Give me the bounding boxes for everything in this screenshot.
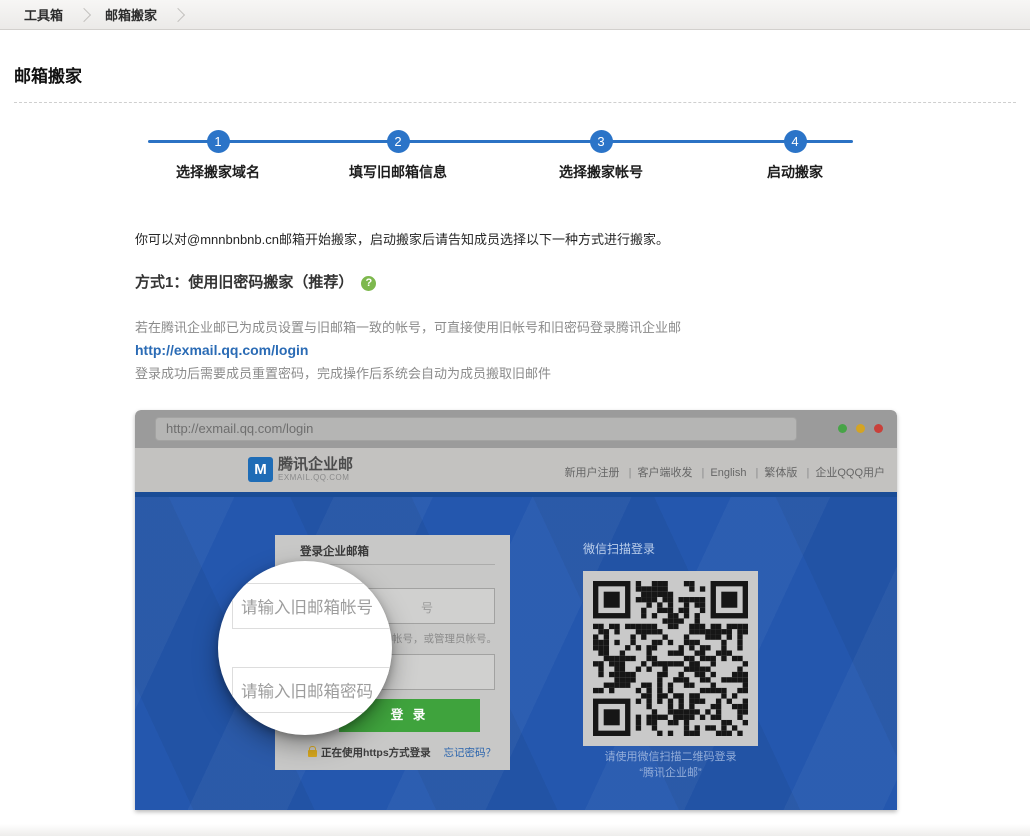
login-screenshot-image: http://exmail.qq.com/login M 腾讯企业邮 EXMAI… <box>135 410 897 810</box>
exmail-header-links: 新用户注册 客户端收发 English 繁体版 企业QQQ用户 <box>565 464 885 480</box>
wechat-caption-line1: 请使用微信扫描二维码登录 <box>568 749 773 765</box>
lock-icon <box>308 750 317 757</box>
forgot-password-link: 忘记密码？ <box>444 745 497 760</box>
step-4: 4 启动搬家 <box>767 130 823 182</box>
login-page-body: 登录企业邮箱 号 帐号，或管理员帐号。 登 录 正在使用https方式登录 忘记… <box>135 497 897 810</box>
magnified-account-placeholder: 请输入旧邮箱帐号 <box>232 583 392 629</box>
address-bar: http://exmail.qq.com/login <box>155 417 797 441</box>
chevron-right-icon <box>77 7 91 21</box>
wechat-caption: 请使用微信扫描二维码登录 “腾讯企业邮” <box>568 749 773 781</box>
traffic-light-red-icon <box>874 424 883 433</box>
link-client-mail: 客户端收发 <box>623 467 693 479</box>
link-new-user-register: 新用户注册 <box>565 467 620 479</box>
exmail-logo-icon: M <box>248 457 273 482</box>
step-2: 2 填写旧邮箱信息 <box>349 130 447 182</box>
help-icon[interactable]: ? <box>361 276 376 291</box>
qr-code <box>583 571 758 746</box>
breadcrumb-item-toolbox[interactable]: 工具箱 <box>24 5 63 24</box>
exmail-logo-subtitle: EXMAIL.QQ.COM <box>278 473 353 482</box>
login-panel-title: 登录企业邮箱 <box>300 543 369 559</box>
method1-heading: 方式1：使用旧密码搬家（推荐）? <box>135 271 376 292</box>
page: 工具箱 邮箱搬家 邮箱搬家 1 选择搬家域名 2 填写旧邮箱信息 3 选择搬家帐… <box>0 0 1030 836</box>
exmail-logo-title: 腾讯企业邮 <box>278 457 353 473</box>
wechat-scan-title: 微信扫描登录 <box>583 540 655 557</box>
step-3-label: 选择搬家帐号 <box>559 162 643 182</box>
magnifier-circle: 请输入旧邮箱帐号 请输入旧邮箱密码 <box>218 561 392 735</box>
method1-description: 若在腾讯企业邮已为成员设置与旧邮箱一致的帐号，可直接使用旧帐号和旧密码登录腾讯企… <box>135 316 681 385</box>
link-english: English <box>696 467 747 479</box>
browser-chrome-bar: http://exmail.qq.com/login <box>135 410 897 448</box>
account-input-fragment: 号 <box>421 599 433 616</box>
chevron-right-icon <box>171 7 185 21</box>
link-traditional: 繁体版 <box>750 467 798 479</box>
traffic-light-yellow-icon <box>856 424 865 433</box>
step-4-number: 4 <box>784 130 807 153</box>
step-1: 1 选择搬家域名 <box>176 130 260 182</box>
method1-desc-line1: 若在腾讯企业邮已为成员设置与旧邮箱一致的帐号，可直接使用旧帐号和旧密码登录腾讯企… <box>135 316 681 339</box>
bottom-fade <box>0 824 1030 836</box>
exmail-logo: M 腾讯企业邮 EXMAIL.QQ.COM <box>248 457 353 482</box>
step-3-number: 3 <box>590 130 613 153</box>
login-panel-footer: 正在使用https方式登录 忘记密码？ <box>308 745 496 760</box>
wechat-caption-line2: “腾讯企业邮” <box>568 765 773 781</box>
intro-text: 你可以对@mnnbnbnb.cn邮箱开始搬家，启动搬家后请告知成员选择以下一种方… <box>135 229 669 248</box>
account-hint: 帐号，或管理员帐号。 <box>392 631 497 646</box>
step-progress: 1 选择搬家域名 2 填写旧邮箱信息 3 选择搬家帐号 4 启动搬家 <box>0 128 1030 192</box>
step-4-label: 启动搬家 <box>767 162 823 182</box>
divider <box>14 102 1016 103</box>
https-note: 正在使用https方式登录 <box>321 745 431 760</box>
step-1-number: 1 <box>207 130 230 153</box>
step-1-label: 选择搬家域名 <box>176 162 260 182</box>
qr-code-svg <box>593 581 748 736</box>
magnified-password-placeholder: 请输入旧邮箱密码 <box>232 667 392 713</box>
breadcrumb: 工具箱 邮箱搬家 <box>0 0 1030 30</box>
exmail-header: M 腾讯企业邮 EXMAIL.QQ.COM 新用户注册 客户端收发 Englis… <box>135 448 897 492</box>
method1-heading-text: 方式1：使用旧密码搬家（推荐） <box>135 274 353 291</box>
step-2-label: 填写旧邮箱信息 <box>349 162 447 182</box>
step-3: 3 选择搬家帐号 <box>559 130 643 182</box>
traffic-lights <box>838 424 883 433</box>
traffic-light-green-icon <box>838 424 847 433</box>
exmail-login-link[interactable]: http://exmail.qq.com/login <box>135 342 308 358</box>
step-2-number: 2 <box>387 130 410 153</box>
link-qq-user: 企业QQQ用户 <box>800 467 885 479</box>
page-title: 邮箱搬家 <box>14 62 82 87</box>
exmail-logo-text: 腾讯企业邮 EXMAIL.QQ.COM <box>278 457 353 482</box>
breadcrumb-item-mail-migration: 邮箱搬家 <box>105 5 157 24</box>
method1-desc-line2: 登录成功后需要成员重置密码，完成操作后系统会自动为成员搬取旧邮件 <box>135 362 681 385</box>
